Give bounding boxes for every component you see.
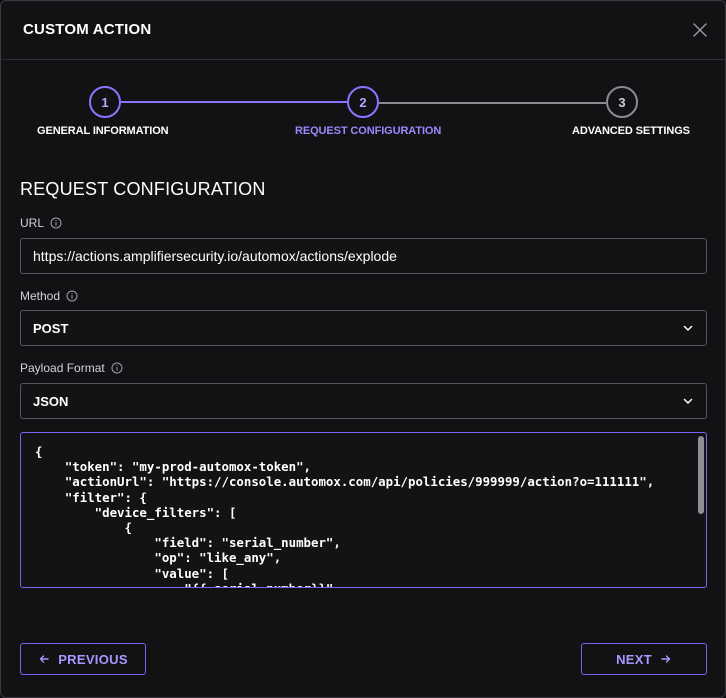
payload-code[interactable]: { "token": "my-prod-automox-token", "act…	[35, 444, 692, 587]
info-icon[interactable]	[50, 217, 62, 229]
chevron-down-icon	[683, 398, 693, 404]
info-icon[interactable]	[66, 290, 78, 302]
custom-action-modal: CUSTOM ACTION 1 2 3 GENERAL INFORMATION …	[0, 0, 726, 698]
arrow-left-icon	[40, 655, 49, 663]
url-value: https://actions.amplifiersecurity.io/aut…	[33, 248, 397, 264]
step-3-label: ADVANCED SETTINGS	[572, 125, 690, 137]
previous-button[interactable]: PREVIOUS	[20, 643, 146, 675]
url-label: URL	[20, 216, 45, 230]
payload-format-label: Payload Format	[20, 361, 105, 375]
next-label: NEXT	[616, 651, 652, 667]
step-3-circle[interactable]: 3	[606, 86, 638, 118]
step-2-label: REQUEST CONFIGURATION	[295, 125, 442, 137]
previous-label: PREVIOUS	[58, 651, 128, 667]
step-2-circle[interactable]: 2	[347, 86, 379, 118]
close-icon[interactable]	[691, 21, 709, 39]
payload-scrollbar[interactable]	[698, 436, 704, 514]
payload-format-label-row: Payload Format	[20, 361, 123, 375]
arrow-right-icon	[661, 655, 671, 663]
next-button[interactable]: NEXT	[581, 643, 707, 675]
payload-editor[interactable]: { "token": "my-prod-automox-token", "act…	[20, 432, 707, 588]
modal-header: CUSTOM ACTION	[1, 1, 725, 60]
step-1-label: GENERAL INFORMATION	[37, 125, 169, 137]
payload-format-select[interactable]: JSON	[20, 383, 707, 419]
info-icon[interactable]	[111, 362, 123, 374]
payload-format-value: JSON	[33, 393, 69, 409]
method-label: Method	[20, 289, 61, 303]
section-title: REQUEST CONFIGURATION	[20, 179, 266, 199]
step-connector-2-3	[379, 102, 606, 104]
step-connector-1-2	[121, 101, 348, 103]
modal-title: CUSTOM ACTION	[23, 21, 152, 38]
url-label-row: URL	[20, 216, 62, 230]
method-value: POST	[33, 320, 69, 336]
chevron-down-icon	[683, 325, 693, 331]
step-1-circle[interactable]: 1	[89, 86, 121, 118]
url-input[interactable]: https://actions.amplifiersecurity.io/aut…	[20, 238, 707, 274]
method-label-row: Method	[20, 289, 78, 303]
stepper: 1 2 3 GENERAL INFORMATION REQUEST CONFIG…	[1, 61, 725, 151]
method-select[interactable]: POST	[20, 310, 707, 346]
